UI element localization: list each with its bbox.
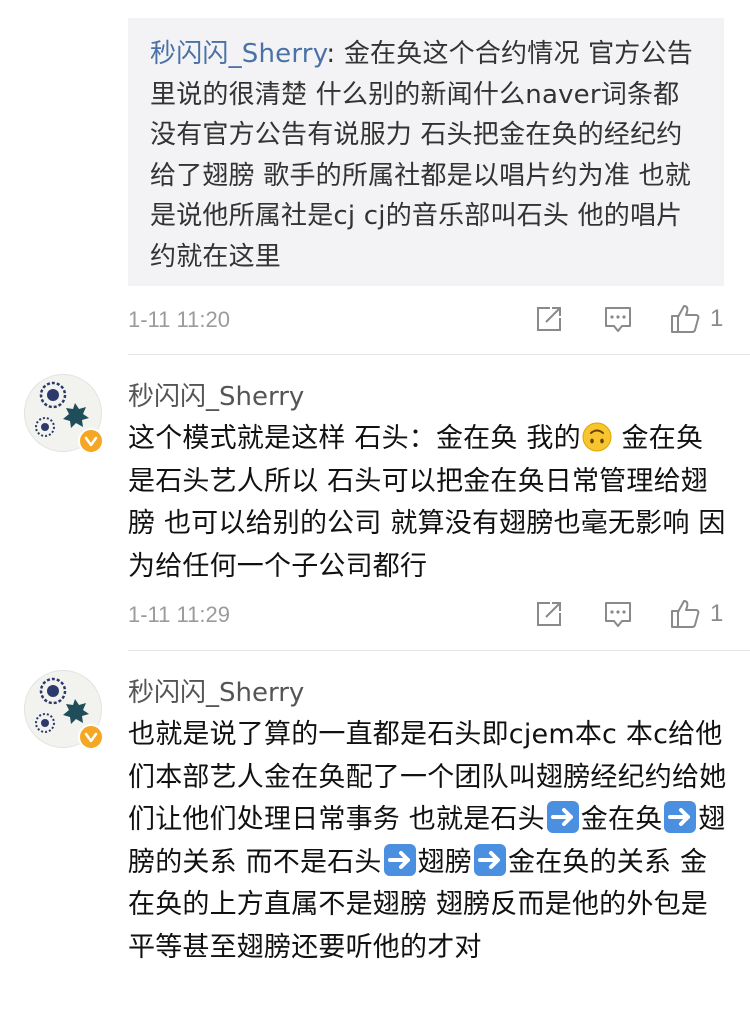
repost-icon[interactable] <box>533 303 565 335</box>
right-arrow-emoji <box>383 843 416 876</box>
comment-text-part: 金在奂 <box>580 804 663 835</box>
action-row: 1-11 11:29 1 <box>128 598 728 638</box>
comment-text: 这个模式就是这样 石头：金在奂 我的 金在奂是石头艺人所以 石头可以把金在奂日常… <box>128 418 728 588</box>
comment-text-part: 这个模式就是这样 石头：金在奂 我的 <box>128 423 581 454</box>
like-count: 1 <box>710 600 724 627</box>
repost-icon[interactable] <box>533 598 565 630</box>
timestamp: 1-11 11:29 <box>128 602 230 627</box>
username[interactable]: 秒闪闪_Sherry <box>128 376 304 413</box>
quoted-reply[interactable]: 秒闪闪_Sherry: 金在奂这个合约情况 官方公告里说的很清楚 什么别的新闻什… <box>128 18 724 286</box>
comment-icon[interactable] <box>602 303 634 335</box>
upside-down-face-emoji <box>582 422 612 452</box>
username[interactable]: 秒闪闪_Sherry <box>128 672 304 709</box>
quote-separator: : <box>326 39 344 69</box>
thumbs-up-icon[interactable] <box>669 303 701 335</box>
divider <box>128 354 750 355</box>
right-arrow-emoji <box>664 801 697 833</box>
comment-text: 也就是说了算的一直都是石头即cjem本c 本c给他们本部艺人金在奂配了一个团队叫… <box>128 714 728 969</box>
comment-icon[interactable] <box>602 598 634 630</box>
comment-text-part: 翅膀 <box>417 846 472 878</box>
quote-author-link[interactable]: 秒闪闪_Sherry <box>150 39 326 69</box>
right-arrow-emoji <box>474 843 506 876</box>
thumbs-up-icon[interactable] <box>669 598 701 630</box>
quote-text: 金在奂这个合约情况 官方公告里说的很清楚 什么别的新闻什么naver词条都没有官… <box>150 39 693 272</box>
timestamp: 1-11 11:20 <box>128 307 230 332</box>
divider <box>128 650 750 651</box>
verified-badge-icon <box>78 724 104 750</box>
right-arrow-emoji <box>546 801 579 833</box>
verified-badge-icon <box>78 428 104 454</box>
action-row: 1-11 11:20 1 <box>128 303 728 343</box>
like-count: 1 <box>710 305 724 332</box>
